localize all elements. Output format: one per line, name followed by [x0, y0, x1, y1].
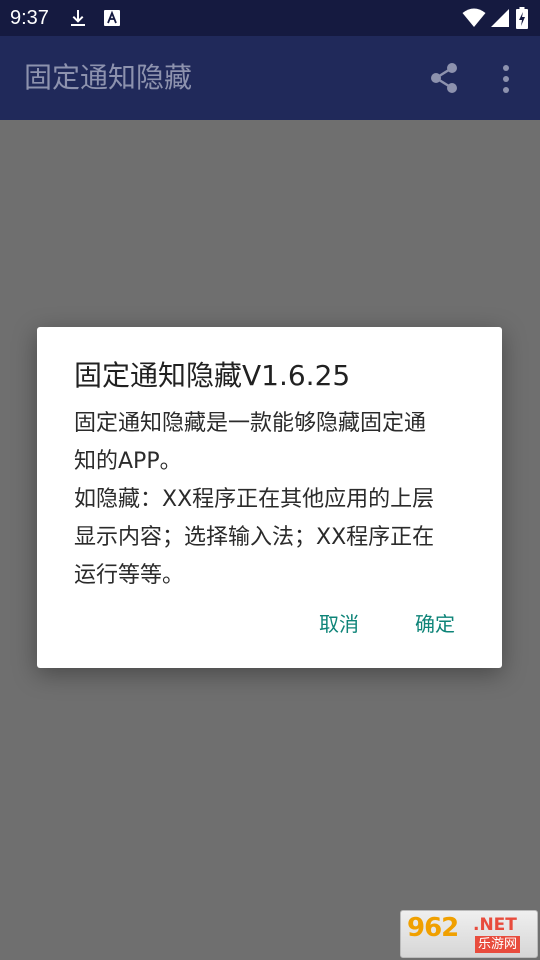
app-title: 固定通知隐藏: [24, 61, 193, 94]
dialog-message-line: 运行等等。: [74, 563, 185, 588]
about-dialog: 固定通知隐藏V1.6.25 固定通知隐藏是一款能够隐藏固定通 知的APP。 如隐…: [37, 327, 502, 668]
site-watermark-logo: 962 .NET 乐游网: [400, 910, 538, 958]
battery-charging-icon: [516, 7, 528, 29]
share-icon[interactable]: [429, 62, 459, 94]
dialog-message-line: 显示内容；选择输入法；XX程序正在: [74, 525, 435, 550]
download-icon: [71, 10, 85, 26]
dialog-message-line: 知的APP。: [74, 449, 182, 474]
wifi-icon: [462, 8, 486, 27]
cancel-button[interactable]: 取消: [319, 609, 359, 639]
app-bar: 固定通知隐藏: [0, 36, 540, 120]
dialog-message-line: 固定通知隐藏是一款能够隐藏固定通: [74, 411, 427, 436]
watermark-number: 962: [407, 913, 459, 943]
signal-icon: [491, 9, 509, 27]
status-time: 9:37: [10, 7, 49, 29]
confirm-button[interactable]: 确定: [415, 609, 455, 639]
font-notification-icon: [104, 10, 120, 26]
more-vertical-icon[interactable]: [498, 64, 514, 94]
dialog-title: 固定通知隐藏V1.6.25: [74, 359, 351, 392]
status-bar: 9:37: [0, 0, 540, 36]
watermark-site-name: 乐游网: [475, 936, 521, 953]
dialog-message: 固定通知隐藏是一款能够隐藏固定通 知的APP。 如隐藏：XX程序正在其他应用的上…: [74, 405, 474, 595]
watermark-suffix: .NET: [473, 915, 517, 935]
dialog-message-line: 如隐藏：XX程序正在其他应用的上层: [74, 487, 435, 512]
